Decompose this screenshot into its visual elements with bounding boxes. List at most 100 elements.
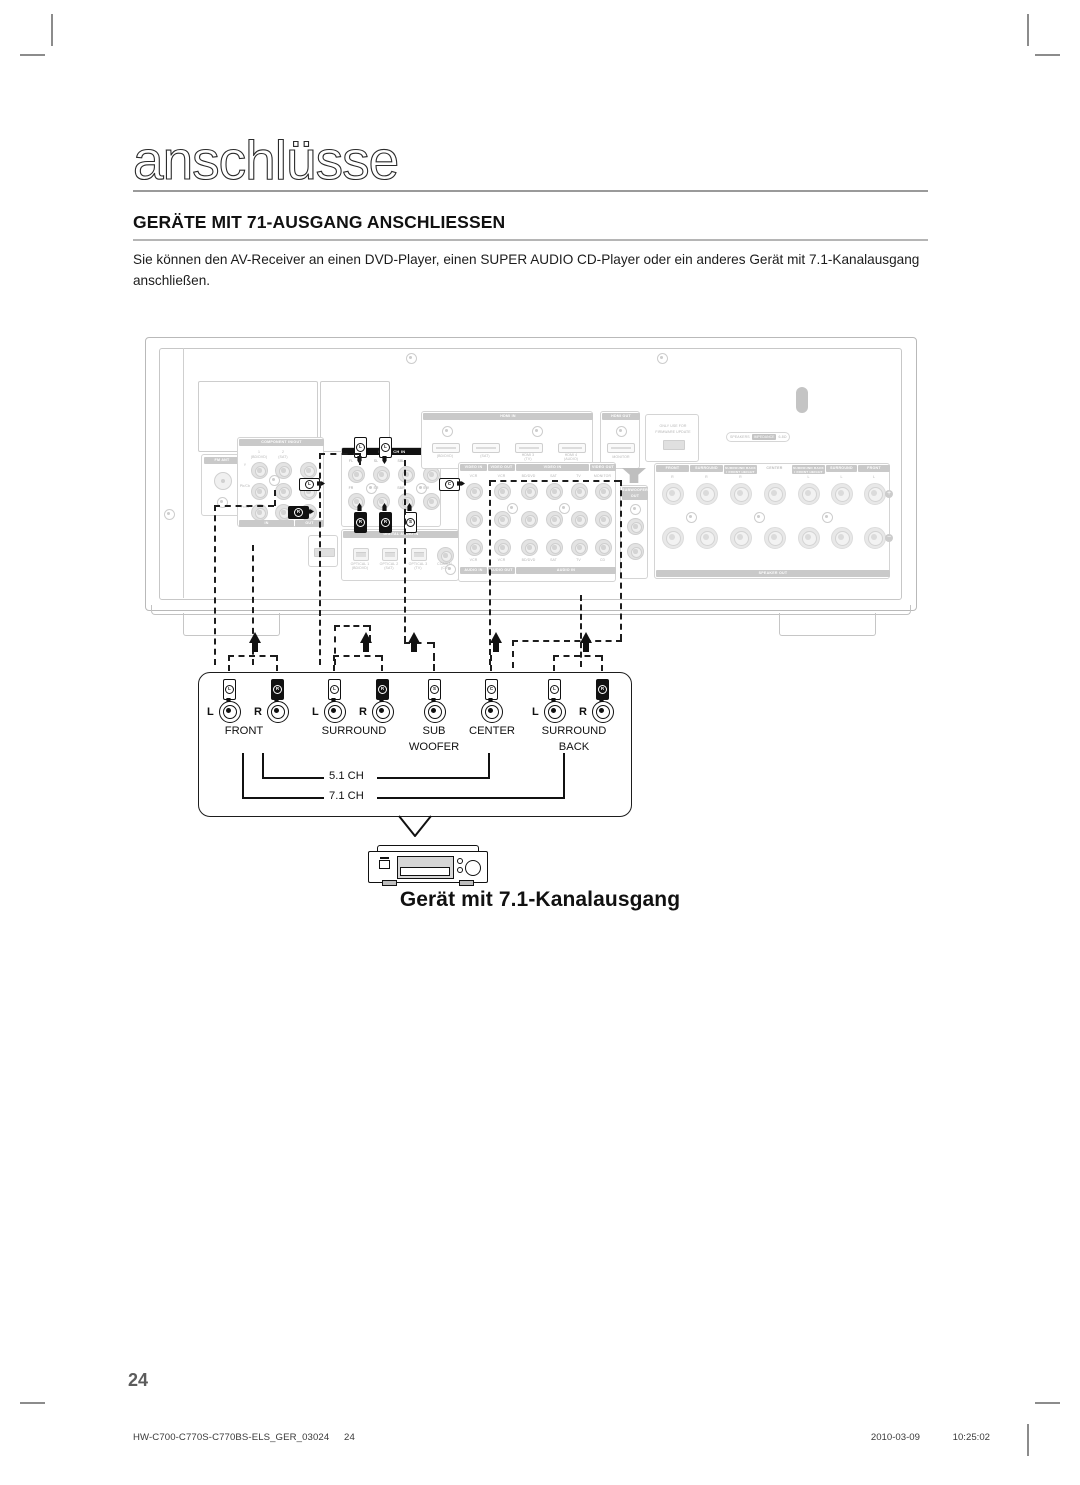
ch51-line-right: [377, 777, 490, 779]
firmware-update-block: ONLY USE FOR FIRMWARE UPDATE: [645, 414, 699, 462]
device-jack-center[interactable]: [481, 701, 503, 723]
crop-mark-br-h: [1035, 1402, 1060, 1404]
audio-jack-r-tv[interactable]: [571, 539, 588, 556]
impedance-value: 6-8Ω: [778, 434, 787, 439]
device-jack-subwoofer[interactable]: [424, 701, 446, 723]
speaker-ch-4: L: [807, 475, 810, 479]
loop-front-top: [228, 655, 276, 657]
speaker-terminal-plus-2[interactable]: [730, 483, 752, 505]
optical-port-1[interactable]: [353, 548, 369, 561]
hdmi-port-3[interactable]: [515, 443, 543, 453]
audio-col-label-vcr-out: VCR: [497, 558, 506, 562]
multi-ch-jack-sbl[interactable]: [398, 466, 415, 483]
hdmi-port-2[interactable]: [472, 443, 500, 453]
device-label-front: FRONT: [224, 725, 264, 737]
av-receiver-rear-panel: FM ANT COMPONENT IN/OUT 1 (BD/DVD) 2 (SA…: [145, 337, 917, 636]
section-divider: [133, 239, 928, 242]
audio-jack-l-vcr-in[interactable]: [466, 511, 483, 528]
device-jack-surround-right[interactable]: [372, 701, 394, 723]
ch71-line-left: [242, 797, 324, 799]
speaker-terminal-plus-0[interactable]: [662, 483, 684, 505]
optical-2-label: OPTICAL 2 (SAT): [379, 562, 399, 571]
speaker-terminal-plus-3[interactable]: [764, 483, 786, 505]
optical-port-2[interactable]: [382, 548, 398, 561]
video-jack-vcr-out[interactable]: [494, 483, 511, 500]
speaker-terminal-minus-3[interactable]: [764, 527, 786, 549]
audio-jack-l-cd[interactable]: [595, 511, 612, 528]
speaker-terminal-header-1: SURROUND: [690, 465, 723, 472]
device-jack-surround-left[interactable]: [324, 701, 346, 723]
video-jack-bddvd[interactable]: [521, 483, 538, 500]
subwoofer-screw: [630, 504, 641, 515]
audio-jack-r-vcr-out[interactable]: [494, 539, 511, 556]
speaker-out-block: FRONT SURROUND SURROUND BACK / FRONT HEIG…: [654, 463, 893, 579]
audio-jack-l-vcr-out[interactable]: [494, 511, 511, 528]
video-jack-vcr-in[interactable]: [466, 483, 483, 500]
impedance-prefix: SPEAKERS: [730, 434, 750, 439]
device-label-surround-back-1: SURROUND: [541, 725, 607, 737]
footer-file-id: HW-C700-C770S-C770BS-ELS_GER_03024 24: [133, 1432, 355, 1443]
aux-in-port[interactable]: [314, 548, 335, 557]
audio-jack-r-vcr-in[interactable]: [466, 539, 483, 556]
component-jack-outy[interactable]: [300, 462, 317, 479]
device-jack-surround-back-left[interactable]: [544, 701, 566, 723]
speaker-terminal-minus-0[interactable]: [662, 527, 684, 549]
player-front-face: [368, 851, 488, 883]
speaker-terminal-minus-5[interactable]: [831, 527, 853, 549]
ch51-label: 5.1 CH: [324, 770, 369, 782]
video-jack-tv[interactable]: [571, 483, 588, 500]
speaker-terminal-plus-1[interactable]: [696, 483, 718, 505]
cable-surround-back-horizontal-bottom: [512, 640, 622, 642]
audio-jack-r-sat[interactable]: [546, 539, 563, 556]
component-jack-2pb[interactable]: [275, 483, 292, 500]
arrow-surround-left: [360, 632, 372, 652]
device-lr-front-r: R: [254, 706, 262, 718]
arrow-front-left: [249, 632, 261, 652]
speaker-terminal-minus-6[interactable]: [864, 527, 886, 549]
arrow-surround-back: [580, 632, 592, 652]
manual-page: anschlüsse GERÄTE MIT 71-AUSGANG ANSCHLI…: [0, 0, 1080, 1485]
video-in-header-2: VIDEO IN: [516, 464, 589, 471]
video-col-label-tv: TV: [576, 474, 581, 478]
audio-jack-l-bddvd[interactable]: [521, 511, 538, 528]
plug-surround-back-right-receiver: R: [379, 503, 392, 533]
audio-jack-l-sat[interactable]: [546, 511, 563, 528]
optical-port-3[interactable]: [411, 548, 427, 561]
usb-port[interactable]: [663, 440, 685, 450]
speaker-out-footer: SPEAKER OUT: [656, 570, 890, 577]
audio-jack-r-cd[interactable]: [595, 539, 612, 556]
video-jack-monitor[interactable]: [595, 483, 612, 500]
audio-jack-l-tv[interactable]: [571, 511, 588, 528]
device-jack-front-left[interactable]: [219, 701, 241, 723]
speaker-terminal-minus-4[interactable]: [798, 527, 820, 549]
audio-jack-r-bddvd[interactable]: [521, 539, 538, 556]
device-jack-surround-back-right[interactable]: [592, 701, 614, 723]
crop-mark-tr-h: [1035, 54, 1060, 56]
ch71-line-right: [377, 797, 565, 799]
multi-ch-jack-fl[interactable]: [348, 466, 365, 483]
subwoofer-jack-1[interactable]: [627, 518, 644, 535]
arrow-subwoofer: [408, 632, 420, 652]
speaker-terminal-minus-2[interactable]: [730, 527, 752, 549]
multi-ch-screw-right: [416, 483, 427, 494]
hdmi-port-1[interactable]: [432, 443, 460, 453]
component-jack-1pb[interactable]: [251, 483, 268, 500]
speaker-terminal-plus-5[interactable]: [831, 483, 853, 505]
speaker-ch-0: R: [671, 475, 674, 479]
video-jack-sat[interactable]: [546, 483, 563, 500]
power-cord-grommet: [796, 387, 808, 413]
speaker-terminal-minus-1[interactable]: [696, 527, 718, 549]
multi-ch-jack-sl[interactable]: [373, 466, 390, 483]
device-jack-front-right[interactable]: [267, 701, 289, 723]
speaker-terminal-plus-4[interactable]: [798, 483, 820, 505]
hdmi-out-block: HDMI OUT MONITOR: [600, 411, 640, 469]
speaker-terminal-header-0: FRONT: [656, 465, 689, 472]
component-jack-1y[interactable]: [251, 462, 268, 479]
hdmi-out-port-monitor[interactable]: [607, 443, 635, 453]
speaker-terminal-plus-6[interactable]: [864, 483, 886, 505]
subwoofer-jack-2[interactable]: [627, 543, 644, 560]
hdmi-port-4[interactable]: [558, 443, 586, 453]
multi-ch-jack-sw[interactable]: [423, 493, 440, 510]
speaker-terminal-header-6: FRONT: [858, 465, 890, 472]
device-lr-surround-l: L: [312, 706, 319, 718]
